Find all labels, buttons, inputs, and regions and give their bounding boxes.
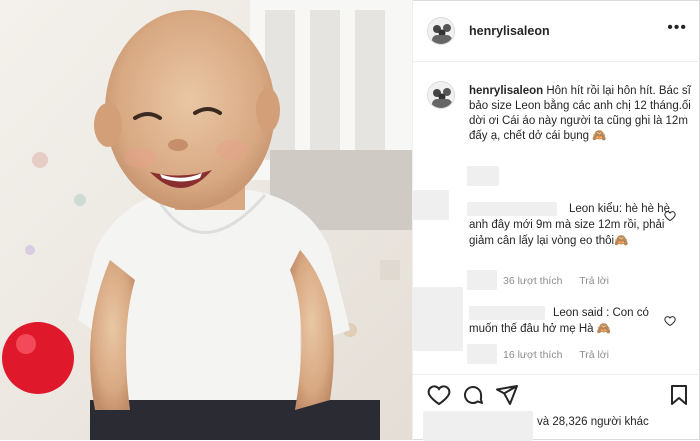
caption-username[interactable]: henrylisaleon (469, 85, 543, 97)
redacted-block-2 (467, 344, 497, 364)
likes-count[interactable]: và 28,326 người khác (537, 416, 649, 428)
redacted-avatar-2 (413, 287, 463, 351)
post-caption: henrylisaleon Hôn hít rồi lại hôn hít. B… (469, 84, 691, 144)
comment-1-meta: 36 lượt thích Trả lời (503, 275, 623, 287)
redacted-likers (423, 411, 533, 441)
post-actions-bar: và 28,326 người khác (413, 374, 700, 441)
comment-1-like-icon[interactable] (664, 210, 676, 222)
redacted-block (467, 166, 499, 186)
bookmark-icon[interactable] (667, 383, 691, 407)
avatar-image (428, 18, 454, 44)
share-icon[interactable] (495, 383, 519, 407)
more-options-icon[interactable]: ••• (667, 20, 687, 36)
header-username[interactable]: henrylisaleon (469, 24, 550, 38)
caption-avatar[interactable] (427, 81, 455, 109)
heart-icon[interactable] (427, 383, 451, 407)
comment-2-like-icon[interactable] (664, 315, 676, 327)
comment-1-likes[interactable]: 36 lượt thích (503, 275, 562, 287)
comment-2-likes[interactable]: 16 lượt thích (503, 349, 562, 361)
baby-photo-illustration (0, 0, 412, 440)
comment-1-reply[interactable]: Trả lời (579, 275, 609, 287)
post-header: henrylisaleon ••• (413, 0, 700, 62)
redacted-avatar-1 (413, 190, 449, 220)
post-side-panel: henrylisaleon ••• henrylisaleon Hôn hít … (412, 0, 700, 441)
comment-2-meta: 16 lượt thích Trả lời (503, 349, 623, 361)
redacted-block-1 (467, 270, 497, 290)
comment-2-text: Leon said : Con có muốn thế đâu hở mẹ Hà… (469, 307, 649, 335)
comment-1-text: Leon kiểu: hè hè hè anh đây mới 9m mà si… (469, 203, 671, 247)
post-photo[interactable] (0, 0, 412, 440)
comment-icon[interactable] (461, 383, 485, 407)
comment-2-reply[interactable]: Trả lời (579, 349, 609, 361)
avatar[interactable] (427, 17, 455, 45)
caption-avatar-image (428, 82, 454, 108)
